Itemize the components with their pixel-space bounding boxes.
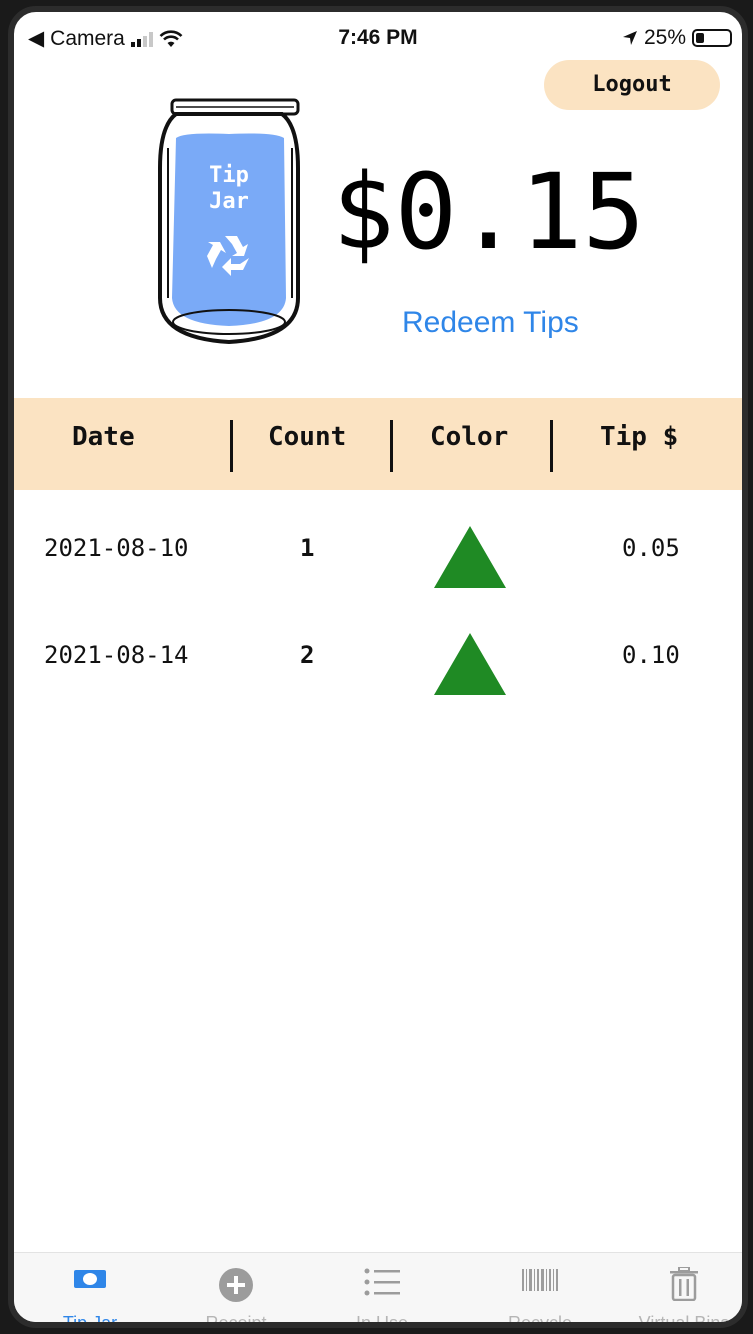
tab-bar: Tip Jar Receipt In Use Recycle Virtual B… (14, 1252, 742, 1328)
table-row[interactable]: 2021-08-10 1 0.05 (14, 508, 742, 588)
row-count: 1 (300, 534, 315, 562)
location-icon (622, 31, 637, 45)
tab-tip-jar[interactable]: Tip Jar (20, 1253, 160, 1328)
tab-recycle[interactable]: Recycle (470, 1253, 610, 1328)
table-header: Date Count Color Tip $ (14, 398, 742, 490)
color-triangle-icon (434, 633, 506, 695)
phone-screen: ◀ Camera 7:46 PM 25% Logout Tip Jar $0.1… (8, 6, 748, 1328)
tab-in-use[interactable]: In Use (312, 1253, 452, 1328)
tip-balance: $0.15 (332, 151, 646, 273)
column-divider (390, 420, 393, 472)
tab-label: Virtual Bins (638, 1313, 730, 1328)
trash-icon (670, 1267, 698, 1301)
tip-jar-icon: Tip Jar (158, 98, 300, 345)
list-icon (364, 1268, 400, 1296)
table-row[interactable]: 2021-08-14 2 0.10 (14, 615, 742, 695)
tab-label: Tip Jar (62, 1313, 118, 1328)
column-header-tip: Tip $ (600, 422, 679, 452)
status-right: 25% (622, 26, 732, 50)
row-tip: 0.10 (622, 641, 680, 669)
color-triangle-icon (434, 526, 506, 588)
tab-label: Recycle (507, 1313, 573, 1328)
row-date: 2021-08-10 (44, 534, 189, 562)
column-header-count: Count (268, 422, 347, 452)
barcode-icon (522, 1269, 558, 1291)
tab-virtual-bins[interactable]: Virtual Bins (614, 1253, 742, 1328)
column-header-color: Color (430, 422, 509, 452)
battery-icon (692, 29, 732, 47)
row-tip: 0.05 (622, 534, 680, 562)
column-divider (230, 420, 233, 472)
row-date: 2021-08-14 (44, 641, 189, 669)
plus-circle-icon (219, 1268, 253, 1302)
tab-label: Receipt (205, 1313, 267, 1328)
column-divider (550, 420, 553, 472)
logout-button[interactable]: Logout (544, 60, 720, 110)
status-bar: ◀ Camera 7:46 PM 25% (14, 12, 742, 52)
jar-label-tip: Tip (209, 163, 249, 188)
money-icon (74, 1270, 106, 1288)
jar-label-jar: Jar (209, 189, 249, 214)
redeem-tips-link[interactable]: Redeem Tips (402, 306, 579, 340)
tab-label: In Use (355, 1313, 409, 1328)
battery-percent: 25% (643, 26, 686, 49)
row-count: 2 (300, 641, 315, 669)
column-header-date: Date (72, 422, 135, 452)
tab-receipt[interactable]: Receipt (166, 1253, 306, 1328)
